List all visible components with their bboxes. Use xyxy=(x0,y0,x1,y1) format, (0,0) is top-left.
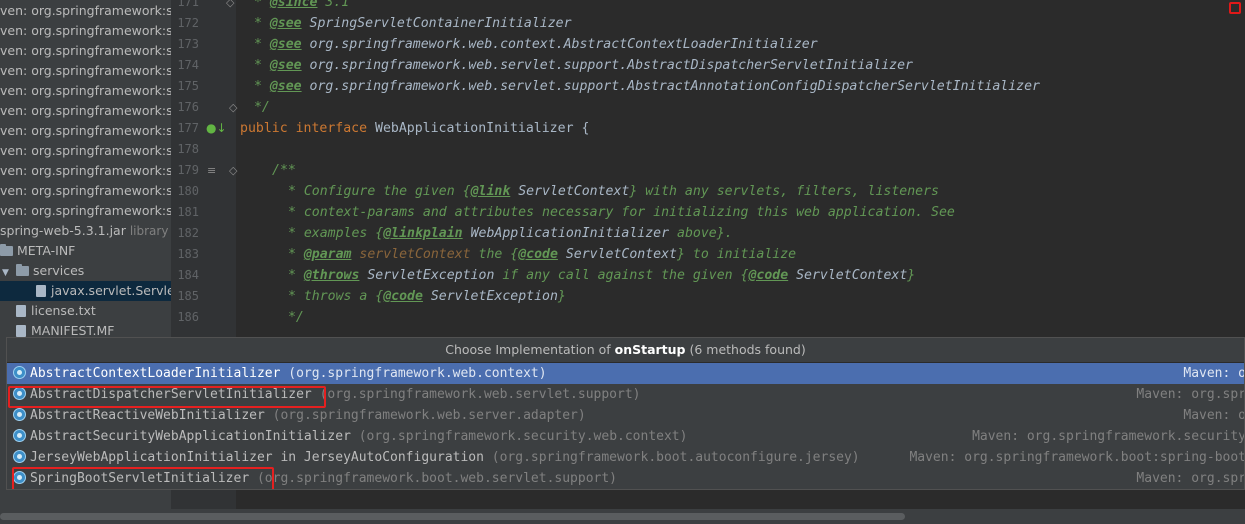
line-number: 173 xyxy=(177,37,199,51)
line-number: 184 xyxy=(177,268,199,282)
code-line-175: * @see org.springframework.web.servlet.s… xyxy=(246,79,1040,94)
code-line-177: public interface WebApplicationInitializ… xyxy=(240,121,590,136)
tree-row-dependency[interactable]: ven: org.springframework:spr xyxy=(0,81,171,101)
popup-title: Choose Implementation of onStartup (6 me… xyxy=(7,338,1244,363)
tree-row-dependency[interactable]: ven: org.springframework:spr xyxy=(0,201,171,221)
folder-icon xyxy=(16,264,29,276)
implementation-item[interactable]: SpringBootServletInitializer (org.spring… xyxy=(7,468,1244,489)
line-number: 172 xyxy=(177,16,199,30)
tree-row-dependency[interactable]: ven: org.springframework:spr xyxy=(0,141,171,161)
tree-row-dependency[interactable]: ven: org.springframework:spr xyxy=(0,161,171,181)
fold-marker-icon[interactable]: ◇ xyxy=(226,0,234,13)
code-line-186: */ xyxy=(280,310,304,325)
tree-row-dependency[interactable]: ven: org.springframework:spr xyxy=(0,21,171,41)
class-icon xyxy=(13,450,26,463)
line-number: 182 xyxy=(177,226,199,240)
code-line-183: * @param servletContext the {@code Servl… xyxy=(280,247,797,262)
scrollbar-thumb[interactable] xyxy=(0,513,905,520)
implementation-item[interactable]: AbstractSecurityWebApplicationInitialize… xyxy=(7,426,1244,447)
tree-row-dependency[interactable]: ven: org.springframework:spr xyxy=(0,121,171,141)
manifest-label: MANIFEST.MF xyxy=(31,323,115,338)
code-line-176: */ xyxy=(246,100,270,115)
doc-render-icon[interactable]: ≡ xyxy=(207,160,216,181)
tree-row-meta-inf[interactable]: META-INF xyxy=(0,241,171,261)
expand-arrow-icon[interactable]: ▼ xyxy=(2,263,12,281)
tree-row-service-file[interactable]: javax.servlet.ServletC xyxy=(0,281,171,301)
implemented-by-icon[interactable]: ●↓ xyxy=(206,118,227,139)
text-file-icon xyxy=(16,305,26,317)
code-line-181: * context-params and attributes necessar… xyxy=(280,205,955,220)
line-number: 175 xyxy=(177,79,199,93)
line-number: 176 xyxy=(177,100,199,114)
line-number: 183 xyxy=(177,247,199,261)
line-number: 177 xyxy=(177,121,199,135)
tree-row-dependency[interactable]: ven: org.springframework:spr xyxy=(0,101,171,121)
code-line-174: * @see org.springframework.web.servlet.s… xyxy=(246,58,913,73)
file-icon xyxy=(36,285,46,297)
line-number: 178 xyxy=(177,142,199,156)
license-label: license.txt xyxy=(31,303,96,318)
tree-row-services[interactable]: ▼ services xyxy=(0,261,171,281)
error-marker-icon[interactable] xyxy=(1229,2,1241,14)
service-file-label: javax.servlet.ServletC xyxy=(51,283,171,298)
line-number: 181 xyxy=(177,205,199,219)
services-label: services xyxy=(33,263,85,278)
code-line-182: * examples {@linkplain WebApplicationIni… xyxy=(280,226,733,241)
jar-suffix: library ro xyxy=(129,224,171,238)
jar-name: spring-web-5.3.1.jar xyxy=(0,223,126,238)
method-name: onStartup xyxy=(614,342,686,357)
line-number: 180 xyxy=(177,184,199,198)
tree-row-license[interactable]: license.txt xyxy=(0,301,171,321)
code-line-172: * @see SpringServletContainerInitializer xyxy=(246,16,572,31)
code-line-179: /** xyxy=(272,163,296,178)
code-line-184: * @throws ServletException if any call a… xyxy=(280,268,916,283)
class-icon xyxy=(13,471,26,484)
meta-inf-label: META-INF xyxy=(17,243,76,258)
implementation-item[interactable]: AbstractContextLoaderInitializer (org.sp… xyxy=(7,363,1244,384)
tree-row-jar[interactable]: spring-web-5.3.1.jar library ro xyxy=(0,221,171,241)
line-number: 171 xyxy=(177,0,199,9)
code-line-180: * Configure the given {@link ServletCont… xyxy=(280,184,940,199)
class-icon xyxy=(13,429,26,442)
choose-implementation-popup[interactable]: Choose Implementation of onStartup (6 me… xyxy=(6,337,1245,490)
tree-row-dependency[interactable]: ven: org.springframework:spr xyxy=(0,1,171,21)
tree-row-dependency[interactable]: ven: org.springframework:spr xyxy=(0,181,171,201)
manifest-file-icon xyxy=(16,325,26,337)
implementation-item[interactable]: AbstractDispatcherServletInitializer (or… xyxy=(7,384,1244,405)
horizontal-scrollbar[interactable] xyxy=(0,509,1245,524)
line-number: 186 xyxy=(177,310,199,324)
class-icon xyxy=(13,408,26,421)
line-number: 185 xyxy=(177,289,199,303)
class-icon xyxy=(13,387,26,400)
line-number: 179 xyxy=(177,163,199,177)
line-number: 174 xyxy=(177,58,199,72)
folder-icon xyxy=(0,244,13,256)
code-line-185: * throws a {@code ServletException} xyxy=(280,289,566,304)
class-icon xyxy=(13,366,26,379)
implementation-item[interactable]: AbstractReactiveWebInitializer (org.spri… xyxy=(7,405,1244,426)
code-line-171: * @since 3.1 xyxy=(246,0,350,10)
code-line-173: * @see org.springframework.web.context.A… xyxy=(246,37,818,52)
tree-row-dependency[interactable]: ven: org.springframework:spr xyxy=(0,41,171,61)
implementation-item[interactable]: JerseyWebApplicationInitializer in Jerse… xyxy=(7,447,1244,468)
tree-row-dependency[interactable]: ven: org.springframework:spr xyxy=(0,61,171,81)
